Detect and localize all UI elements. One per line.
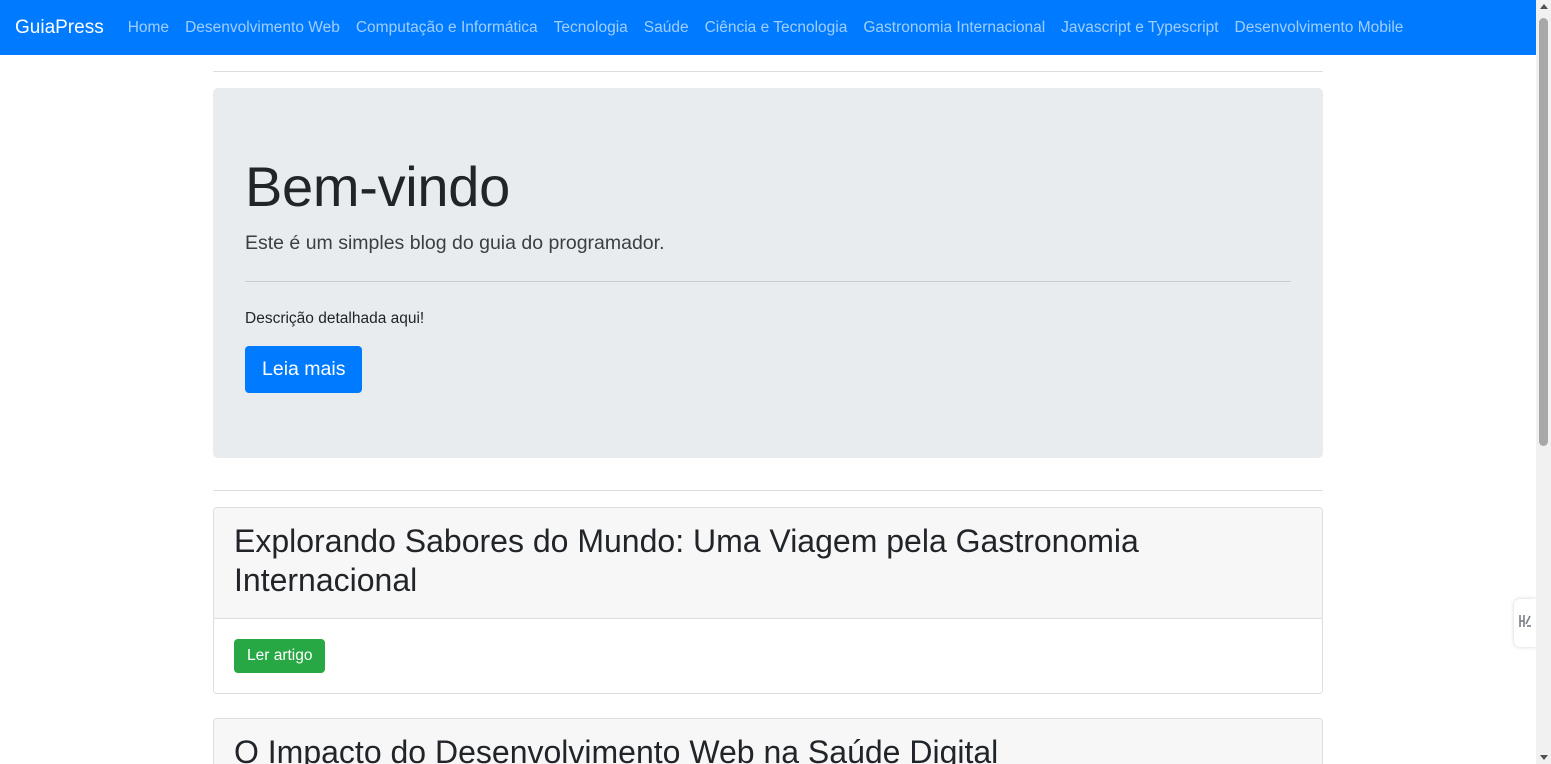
welcome-jumbotron: Bem-vindo Este é um simples blog do guia… [213, 88, 1323, 458]
nav-link-desenvolvimento-mobile[interactable]: Desenvolvimento Mobile [1227, 19, 1412, 37]
vertical-scrollbar[interactable] [1536, 0, 1551, 764]
nav-links: Home Desenvolvimento Web Computação e In… [128, 19, 1412, 37]
top-navbar: GuiaPress Home Desenvolvimento Web Compu… [0, 0, 1536, 55]
nav-link-javascript-typescript[interactable]: Javascript e Typescript [1053, 19, 1226, 37]
welcome-lead: Este é um simples blog do guia do progra… [245, 231, 665, 254]
welcome-title: Bem-vindo [245, 155, 510, 218]
nav-link-ciencia-tecnologia[interactable]: Ciência e Tecnologia [697, 19, 856, 37]
jumbotron-divider [245, 280, 1291, 282]
article-card-header: O Impacto do Desenvolvimento Web na Saúd… [214, 719, 1322, 764]
nav-link-home[interactable]: Home [128, 19, 177, 37]
brand-logo-link[interactable]: GuiaPress [15, 17, 104, 39]
article-card: O Impacto do Desenvolvimento Web na Saúd… [213, 718, 1323, 764]
articles-divider [213, 490, 1323, 491]
nav-link-computacao-informatica[interactable]: Computação e Informática [348, 19, 546, 37]
article-card: Explorando Sabores do Mundo: Uma Viagem … [213, 507, 1323, 695]
nav-link-tecnologia[interactable]: Tecnologia [546, 19, 636, 37]
top-divider [213, 71, 1323, 72]
article-title: O Impacto do Desenvolvimento Web na Saúd… [234, 734, 999, 764]
scrollbar-thumb[interactable] [1539, 18, 1548, 446]
article-card-header: Explorando Sabores do Mundo: Uma Viagem … [214, 508, 1322, 620]
nav-link-gastronomia-internacional[interactable]: Gastronomia Internacional [855, 19, 1053, 37]
welcome-description: Descrição detalhada aqui! [245, 309, 425, 327]
article-title: Explorando Sabores do Mundo: Uma Viagem … [234, 523, 1139, 599]
main-container: Bem-vindo Este é um simples blog do guia… [213, 71, 1323, 764]
browser-viewport: GuiaPress Home Desenvolvimento Web Compu… [0, 0, 1551, 764]
scroll-down-arrow-icon[interactable] [1540, 755, 1548, 760]
article-card-body: Ler artigo [214, 619, 1322, 693]
side-widget-button[interactable] [1514, 599, 1536, 647]
nav-link-saude[interactable]: Saúde [636, 19, 697, 37]
scroll-up-arrow-icon[interactable] [1540, 4, 1548, 9]
nav-link-desenvolvimento-web[interactable]: Desenvolvimento Web [177, 19, 348, 37]
read-more-button[interactable]: Leia mais [245, 345, 363, 393]
read-article-button[interactable]: Ler artigo [234, 639, 326, 674]
translate-icon [1518, 612, 1532, 635]
